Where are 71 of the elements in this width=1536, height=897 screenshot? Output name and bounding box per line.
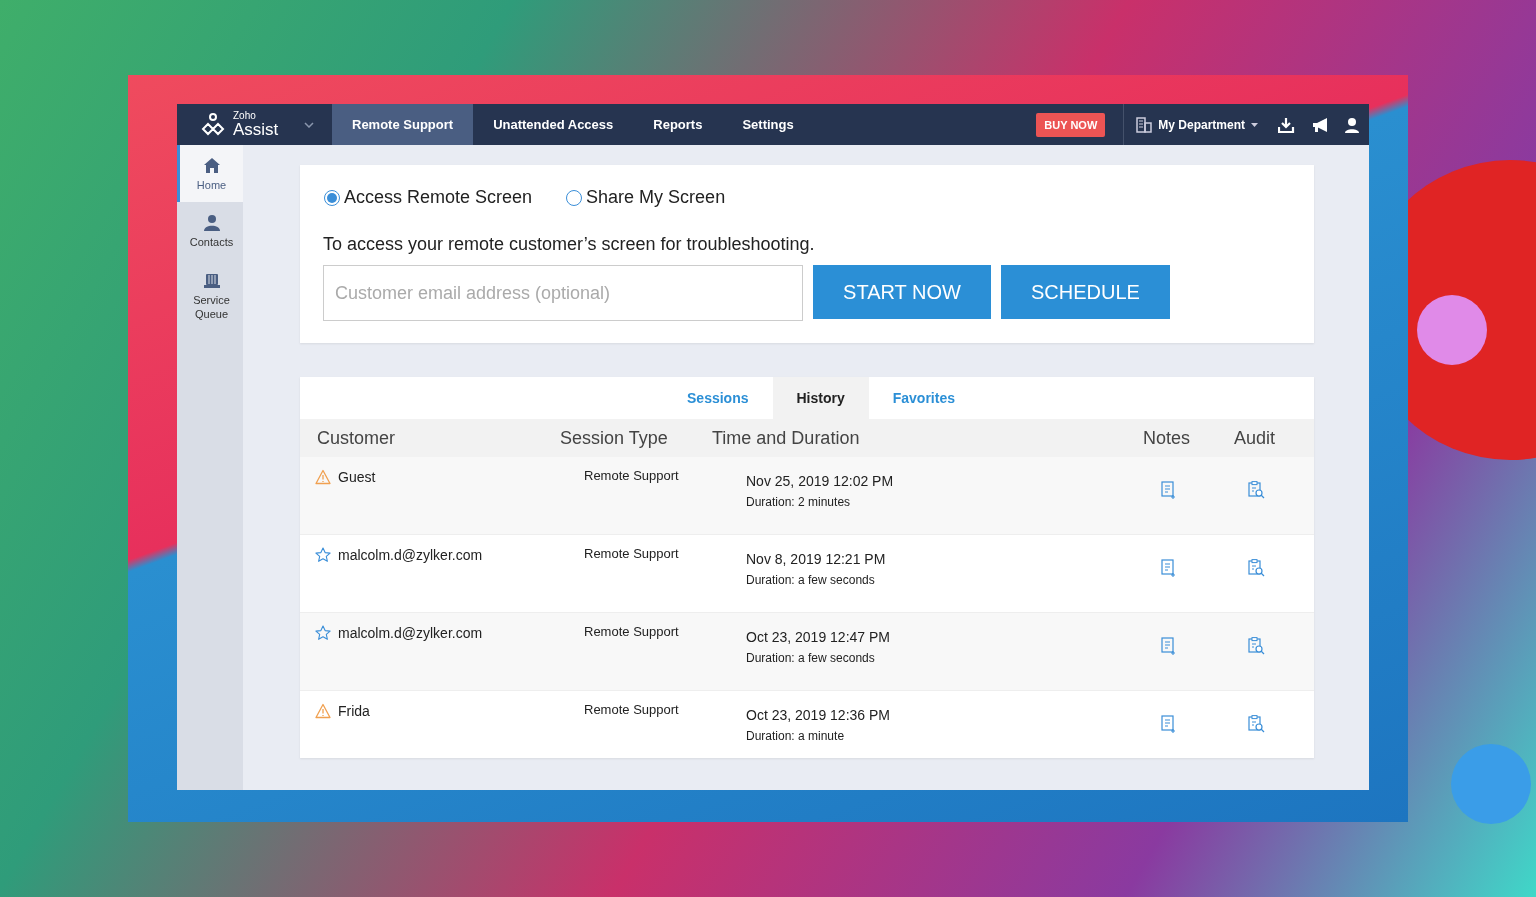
star-icon [315, 625, 331, 641]
download-icon [1278, 116, 1295, 133]
radio-option[interactable]: Access Remote Screen [324, 187, 533, 208]
department-dropdown[interactable]: My Department [1124, 104, 1270, 145]
session-type: Remote Support [584, 702, 679, 717]
description-text: To access your remote customer’s screen for troubleshooting. [323, 234, 816, 255]
action-button[interactable]: SCHEDULE [1001, 265, 1170, 319]
logo-subtitle: Zoho [233, 111, 257, 121]
notes-button[interactable] [1160, 637, 1176, 656]
user-icon [1344, 116, 1361, 133]
buy-now-button[interactable]: BUY NOW [1036, 112, 1106, 137]
session-time: Nov 8, 2019 12:21 PM [746, 551, 887, 567]
sidebar-item[interactable]: Home [177, 145, 243, 203]
notes-icon [1160, 481, 1176, 500]
session-time: Nov 25, 2019 12:02 PM [746, 473, 895, 489]
session-time: Oct 23, 2019 12:47 PM [746, 629, 891, 645]
logo-icon [201, 111, 227, 138]
column-header: Time and Duration [712, 427, 861, 449]
megaphone-icon [1311, 116, 1328, 133]
session-type: Remote Support [584, 624, 679, 639]
nav-tab[interactable]: Remote Support [332, 104, 474, 145]
column-header: Customer [316, 427, 397, 449]
home-icon [202, 157, 221, 175]
customer-name: malcolm.d@zylker.com [338, 625, 483, 641]
warning-icon [315, 703, 331, 719]
nav-tab[interactable]: Unattended Access [473, 104, 634, 145]
notes-icon [1160, 715, 1176, 734]
session-type: Remote Support [584, 546, 679, 561]
column-header: Audit [1233, 427, 1277, 449]
session-duration: Duration: a few seconds [746, 651, 876, 665]
queue-icon [202, 271, 221, 290]
notes-icon [1160, 637, 1176, 656]
notes-button[interactable] [1160, 481, 1176, 500]
audit-icon [1247, 637, 1265, 655]
customer-name: Frida [338, 703, 370, 719]
audit-button[interactable] [1247, 481, 1265, 499]
session-duration: Duration: a few seconds [746, 573, 876, 587]
notes-icon [1160, 559, 1176, 578]
customer-name: malcolm.d@zylker.com [338, 547, 483, 563]
nav-tab[interactable]: Settings [722, 104, 814, 145]
building-icon [1136, 116, 1153, 133]
caret-icon [1251, 122, 1258, 127]
column-header: Session Type [560, 427, 669, 449]
radio-option[interactable]: Share My Screen [566, 187, 726, 208]
history-tab[interactable]: Favorites [868, 377, 979, 419]
notes-button[interactable] [1160, 559, 1176, 578]
audit-icon [1247, 481, 1265, 499]
logo-title: Assist [233, 121, 279, 138]
customer-name: Guest [338, 469, 376, 485]
session-type: Remote Support [584, 468, 679, 483]
session-duration: Duration: a minute [746, 729, 846, 743]
session-time: Oct 23, 2019 12:36 PM [746, 707, 891, 723]
action-button[interactable]: START NOW [813, 265, 991, 319]
audit-icon [1247, 715, 1265, 733]
audit-icon [1247, 559, 1265, 577]
history-tab[interactable]: Sessions [663, 377, 773, 419]
session-duration: Duration: 2 minutes [746, 495, 852, 509]
audit-button[interactable] [1247, 559, 1265, 577]
sidebar-item[interactable]: Contacts [177, 202, 243, 260]
caret-icon [304, 121, 314, 128]
notes-button[interactable] [1160, 715, 1176, 734]
sidebar-item[interactable]: Service Queue [177, 259, 243, 332]
person-icon [202, 214, 221, 233]
history-tab[interactable]: History [772, 377, 869, 419]
column-header: Notes [1142, 427, 1192, 449]
nav-tab[interactable]: Reports [633, 104, 723, 145]
warning-icon [315, 469, 331, 485]
email-field[interactable]: Customer email address (optional) [323, 265, 803, 321]
audit-button[interactable] [1247, 637, 1265, 655]
star-icon [315, 547, 331, 563]
audit-button[interactable] [1247, 715, 1265, 733]
